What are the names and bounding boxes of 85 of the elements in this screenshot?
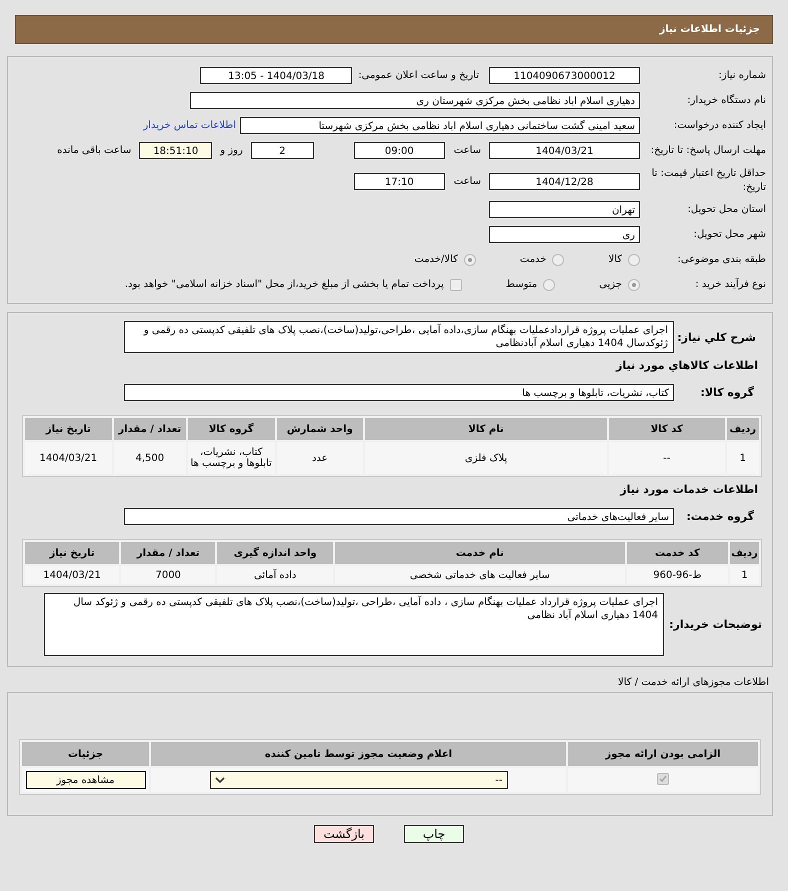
need-number-field: 1104090673000012	[489, 67, 640, 84]
column-header: ردیف	[726, 418, 759, 440]
field-label: شماره نیاز:	[718, 70, 767, 81]
requester-field: سعید امینی گشت ساختمانی دهیاری اسلام اباد نظامی بخش مرکزی شهرستا	[240, 117, 640, 134]
page-header: جزئیات اطلاعات نیاز	[15, 15, 773, 44]
section-title: اطلاعات کالاهاي مورد نياز	[614, 358, 759, 372]
table-cell: ط-96-960	[626, 566, 728, 584]
buyer-org-field: دهیاری اسلام اباد نظامی بخش مرکزی شهرستان ری	[190, 92, 640, 109]
field-label: گروه کالا:	[699, 386, 755, 399]
table-cell: 7000	[121, 566, 216, 584]
table-cell: سایر فعالیت های خدماتی شخصی	[335, 566, 625, 584]
checkbox[interactable]	[450, 278, 462, 290]
field-label: تاریخ و ساعت اعلان عمومی:	[358, 70, 479, 81]
field-label: طبقه بندی موضوعی:	[676, 254, 767, 265]
goods-group-field: کتاب، نشریات، تابلوها و برچسب ها	[124, 384, 674, 401]
field-label: مهلت ارسال پاسخ: تا تاریخ:	[650, 144, 767, 158]
table-cell: 1	[726, 442, 759, 474]
purchase-type-option: جزیی	[599, 279, 622, 290]
print-button[interactable]: چاپ	[404, 825, 464, 843]
validity-time-field: 17:10	[354, 172, 445, 190]
deadline-time-field: 09:00	[354, 142, 445, 159]
column-header: کد خدمت	[626, 542, 728, 564]
category-option: خدمت	[520, 254, 546, 265]
buyer-notes-field: اجرای عملیات پروژه قرارداد عملیات بهنگام سازی ، داده آمایی ،طراحی ،تولید(ساخت)،نصب پلاک های تلفیقی کدپستی ده رقمی و ژئوکد سال 1404 دهیاری اسلام آباد نظامی	[44, 593, 664, 656]
column-header: واحد شمارش	[276, 418, 364, 440]
column-header: واحد اندازه گیری	[217, 542, 334, 564]
table-cell: کتاب، نشریات، تابلوها و برچسب ها	[188, 442, 274, 474]
service-group-field: سایر فعالیت‌های خدماتی	[124, 508, 674, 525]
field-label: ایجاد کننده درخواست:	[672, 120, 767, 131]
category-option: کالا	[608, 254, 622, 265]
table-cell: 1404/03/21	[25, 442, 112, 474]
column-header: الزامی بودن ارائه مجوز	[568, 742, 758, 766]
column-header: تعداد / مقدار	[114, 418, 186, 440]
radio-button[interactable]	[543, 278, 556, 290]
validity-date-field: 1404/12/28	[489, 172, 640, 190]
field-label: ساعت	[454, 145, 481, 156]
status-dropdown[interactable]: --	[210, 771, 508, 789]
category-option: کالا/خدمت	[414, 254, 458, 265]
field-label: نوع فرآیند خرید :	[694, 279, 767, 290]
section-title: اطلاعات مجوزهای ارائه خدمت / کالا	[617, 677, 769, 688]
field-label: گروه خدمت:	[685, 510, 755, 523]
field-label: روز و	[220, 145, 243, 156]
table-cell: داده آمائی	[217, 566, 334, 584]
field-label: توضیحات خریدار:	[668, 618, 762, 631]
table-cell: --	[609, 442, 725, 474]
radio-button[interactable]	[628, 254, 640, 266]
radio-button[interactable]	[464, 254, 476, 266]
column-header: نام کالا	[365, 418, 607, 440]
column-header: تعداد / مقدار	[121, 542, 216, 564]
days-field: 2	[250, 142, 314, 159]
column-header: گروه کالا	[188, 418, 274, 440]
column-header: تاریخ نیاز	[25, 542, 120, 564]
table-cell: پلاک فلزی	[365, 442, 607, 474]
remaining-time-field: 18:51:10	[139, 142, 212, 159]
announce-date-field: 1404/03/18 - 13:05	[200, 67, 352, 84]
column-header: تاریخ نیاز	[25, 418, 112, 440]
column-header: نام خدمت	[335, 542, 625, 564]
table-cell: 1	[730, 566, 759, 584]
buyer-contact-link[interactable]: اطلاعات تماس خریدار	[143, 120, 236, 131]
radio-button[interactable]	[628, 278, 640, 290]
table-cell: عدد	[276, 442, 364, 474]
radio-button[interactable]	[552, 254, 564, 266]
deadline-date-field: 1404/03/21	[489, 142, 640, 159]
province-field: تهران	[489, 201, 640, 218]
view-license-button[interactable]: مشاهده مجوز	[26, 771, 146, 789]
field-label: ساعت	[454, 176, 481, 186]
column-header: کد کالا	[609, 418, 725, 440]
purchase-type-option: متوسط	[506, 279, 538, 290]
caret-icon	[214, 776, 224, 784]
field-label: استان محل تحویل:	[686, 204, 767, 215]
field-label: نام دستگاه خریدار:	[686, 95, 767, 106]
table-cell: 4,500	[114, 442, 186, 474]
field-label: شهر محل تحویل:	[692, 229, 767, 240]
table-cell: 1404/03/21	[25, 566, 120, 584]
column-header: جزئیات	[22, 742, 149, 766]
column-header: اعلام وضعیت مجوز توسط تامین کننده	[151, 742, 566, 766]
city-field: ری	[489, 226, 640, 243]
section-title: اطلاعات خدمات مورد نیاز	[618, 482, 759, 496]
payment-note: پرداخت تمام یا بخشی از مبلغ خرید،از محل "اسناد خزانه اسلامی" خواهد بود.	[124, 279, 444, 290]
field-label: حداقل تاریخ اعتبار قیمت: تا تاریخ:	[650, 167, 767, 195]
back-button[interactable]: بازگشت	[314, 825, 374, 843]
field-label: شرح کلي نياز:	[676, 330, 757, 344]
column-header: ردیف	[730, 542, 759, 564]
description-field: اجرای عملیات پروژه قراردادعملیات بهنگام سازی،داده آمایی ،طراحی،تولید(ساخت)،نصب پلاک های تلفیقی کدپستی ده رقمی و ژئوکدسال 1404 دهیاری اسلام آبادنظامی	[124, 321, 674, 353]
field-label: ساعت باقی مانده	[57, 145, 132, 156]
